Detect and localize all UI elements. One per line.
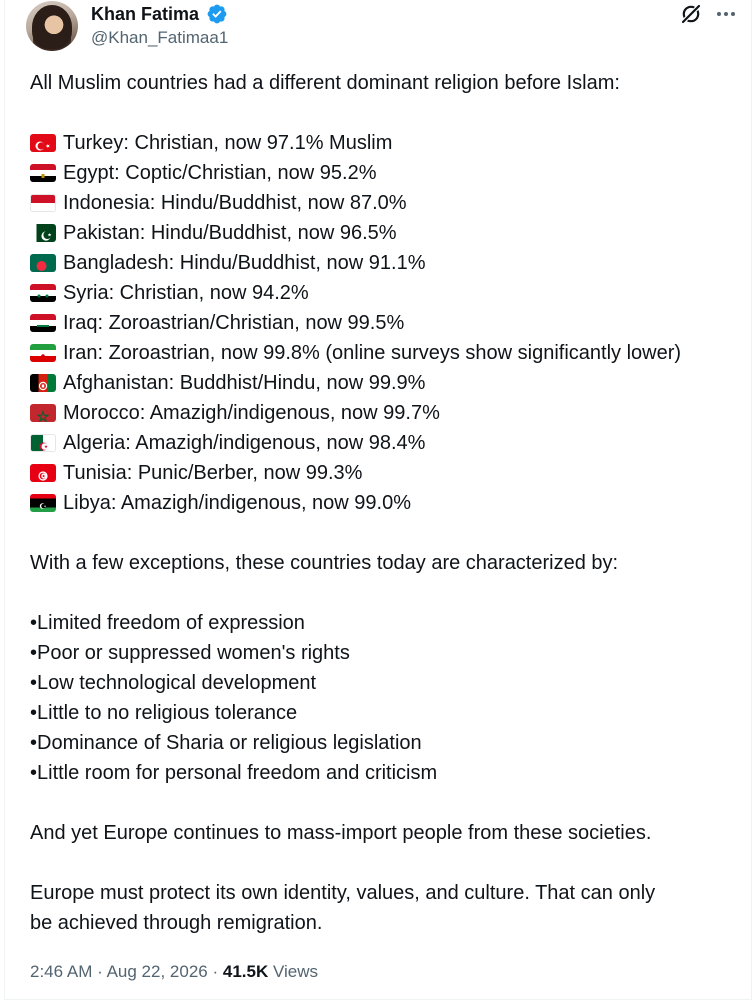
egypt-flag-icon xyxy=(30,164,56,182)
country-line-tunisia: Tunisia: Punic/Berber, now 99.3% xyxy=(30,458,750,488)
country-text: Libya: Amazigh/indigenous, now 99.0% xyxy=(63,492,412,514)
country-text: Indonesia: Hindu/Buddhist, now 87.0% xyxy=(63,192,407,214)
indonesia-flag-icon xyxy=(30,194,56,212)
bullet-item: •Low technological development xyxy=(30,672,317,694)
country-text: Algeria: Amazigh/indigenous, now 98.4% xyxy=(63,432,426,454)
country-text: Tunisia: Punic/Berber, now 99.3% xyxy=(63,462,363,484)
author-name[interactable]: Khan Fatima xyxy=(91,4,199,24)
country-line-indonesia: Indonesia: Hindu/Buddhist, now 87.0% xyxy=(30,188,750,218)
tweet-intro: All Muslim countries had a different dom… xyxy=(30,72,620,94)
bullet-item: •Little to no religious tolerance xyxy=(30,702,298,724)
grok-icon[interactable] xyxy=(679,2,703,26)
tweet-card: Khan Fatima @Khan_Fatimaa1 All Muslim co… xyxy=(4,0,752,1000)
views-label: Views xyxy=(272,962,319,981)
country-text: Iran: Zoroastrian, now 99.8% (online sur… xyxy=(63,342,682,364)
country-line-libya: Libya: Amazigh/indigenous, now 99.0% xyxy=(30,488,750,518)
bangladesh-flag-icon xyxy=(30,254,56,272)
country-line-afghanistan: Afghanistan: Buddhist/Hindu, now 99.9% xyxy=(30,368,750,398)
tweet-meta: 2:46 AM · Aug 22, 2026 · 41.5K Views xyxy=(30,961,318,983)
bullet-item: •Little room for personal freedom and cr… xyxy=(30,762,438,784)
country-line-turkey: Turkey: Christian, now 97.1% Muslim xyxy=(30,128,750,158)
turkey-flag-icon xyxy=(30,134,56,152)
bullet-item: •Limited freedom of expression xyxy=(30,612,305,634)
country-line-syria: Syria: Christian, now 94.2% xyxy=(30,278,750,308)
tweet-time[interactable]: 2:46 AM xyxy=(30,962,92,981)
views-count[interactable]: 41.5K xyxy=(223,962,268,981)
europe-line: And yet Europe continues to mass-import … xyxy=(30,822,652,844)
iraq-flag-icon xyxy=(30,314,56,332)
bullet-item: •Poor or suppressed women's rights xyxy=(30,642,350,664)
more-options-icon[interactable] xyxy=(713,2,739,26)
exceptions-intro: With a few exceptions, these countries t… xyxy=(30,552,619,574)
country-line-egypt: Egypt: Coptic/Christian, now 95.2% xyxy=(30,158,750,188)
country-text: Egypt: Coptic/Christian, now 95.2% xyxy=(63,162,377,184)
country-line-bangladesh: Bangladesh: Hindu/Buddhist, now 91.1% xyxy=(30,248,750,278)
avatar[interactable] xyxy=(26,1,78,51)
afghanistan-flag-icon xyxy=(30,374,56,392)
meta-separator: · xyxy=(212,962,219,981)
tunisia-flag-icon xyxy=(30,464,56,482)
verified-badge-icon xyxy=(207,4,227,24)
country-text: Iraq: Zoroastrian/Christian, now 99.5% xyxy=(63,312,405,334)
morocco-flag-icon xyxy=(30,404,56,422)
country-text: Syria: Christian, now 94.2% xyxy=(63,282,309,304)
country-line-algeria: Algeria: Amazigh/indigenous, now 98.4% xyxy=(30,428,750,458)
country-text: Turkey: Christian, now 97.1% Muslim xyxy=(63,132,393,154)
algeria-flag-icon xyxy=(30,434,56,452)
country-line-iraq: Iraq: Zoroastrian/Christian, now 99.5% xyxy=(30,308,750,338)
libya-flag-icon xyxy=(30,494,56,512)
country-line-pakistan: Pakistan: Hindu/Buddhist, now 96.5% xyxy=(30,218,750,248)
country-line-iran: Iran: Zoroastrian, now 99.8% (online sur… xyxy=(30,338,750,368)
syria-flag-icon xyxy=(30,284,56,302)
country-line-morocco: Morocco: Amazigh/indigenous, now 99.7% xyxy=(30,398,750,428)
closing-line-2: be achieved through remigration. xyxy=(30,912,323,934)
country-text: Pakistan: Hindu/Buddhist, now 96.5% xyxy=(63,222,397,244)
tweet-text: All Muslim countries had a different dom… xyxy=(30,68,750,938)
bullet-item: •Dominance of Sharia or religious legisl… xyxy=(30,732,422,754)
country-text: Afghanistan: Buddhist/Hindu, now 99.9% xyxy=(63,372,426,394)
iran-flag-icon xyxy=(30,344,56,362)
pakistan-flag-icon xyxy=(30,224,56,242)
meta-separator: · xyxy=(97,962,103,981)
country-text: Morocco: Amazigh/indigenous, now 99.7% xyxy=(63,402,440,424)
closing-line-1: Europe must protect its own identity, va… xyxy=(30,882,656,904)
country-text: Bangladesh: Hindu/Buddhist, now 91.1% xyxy=(63,252,426,274)
tweet-date[interactable]: Aug 22, 2026 xyxy=(107,962,208,981)
author-handle[interactable]: @Khan_Fatimaa1 xyxy=(91,28,228,48)
